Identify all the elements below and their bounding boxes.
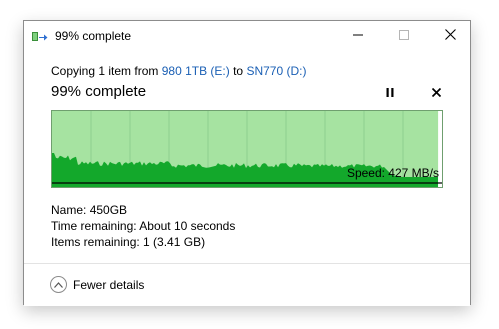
maximize-icon	[399, 27, 409, 45]
copy-description: Copying 1 item from 980 1TB (E:) to SN77…	[51, 64, 306, 78]
fewer-details-label: Fewer details	[73, 277, 145, 292]
chevron-up-icon	[50, 276, 67, 293]
window-title: 99% complete	[55, 29, 132, 43]
items-remaining-label: Items remaining:	[51, 235, 140, 249]
close-window-button[interactable]	[427, 21, 473, 51]
cancel-button[interactable]	[426, 83, 446, 103]
pause-icon	[386, 84, 394, 102]
time-remaining-value: About 10 seconds	[139, 219, 236, 233]
time-remaining-row: Time remaining: About 10 seconds	[51, 218, 235, 234]
maximize-button[interactable]	[381, 21, 427, 51]
items-remaining-row: Items remaining: 1 (3.41 GB)	[51, 234, 235, 250]
details-panel: Name: 450GB Time remaining: About 10 sec…	[51, 202, 235, 250]
pause-button[interactable]	[380, 83, 400, 103]
copy-mid: to	[229, 64, 247, 78]
progress-headline: 99% complete	[51, 83, 147, 100]
destination-drive-link[interactable]: SN770 (D:)	[246, 64, 306, 78]
cancel-icon	[431, 84, 441, 102]
minimize-button[interactable]	[335, 21, 381, 51]
copy-progress-window: 99% complete Copying 1 item from 980 1TB…	[23, 20, 471, 306]
time-remaining-label: Time remaining:	[51, 219, 137, 233]
source-drive-link[interactable]: 980 1TB (E:)	[162, 64, 230, 78]
title-bar[interactable]: 99% complete	[24, 21, 470, 51]
name-value: 450GB	[89, 203, 128, 217]
name-label: Name:	[51, 203, 87, 217]
items-remaining-value: 1 (3.41 GB)	[143, 235, 206, 249]
close-icon	[444, 27, 456, 45]
name-row: Name: 450GB	[51, 202, 235, 218]
minimize-icon	[353, 27, 363, 45]
copy-prefix: Copying 1 item from	[51, 64, 162, 78]
transfer-speed-graph: Speed: 427 MB/s	[51, 110, 443, 188]
speed-label: Speed: 427 MB/s	[346, 166, 439, 180]
file-copy-icon	[32, 30, 48, 42]
fewer-details-button[interactable]: Fewer details	[50, 276, 144, 293]
dialog-footer: Fewer details	[24, 264, 470, 306]
